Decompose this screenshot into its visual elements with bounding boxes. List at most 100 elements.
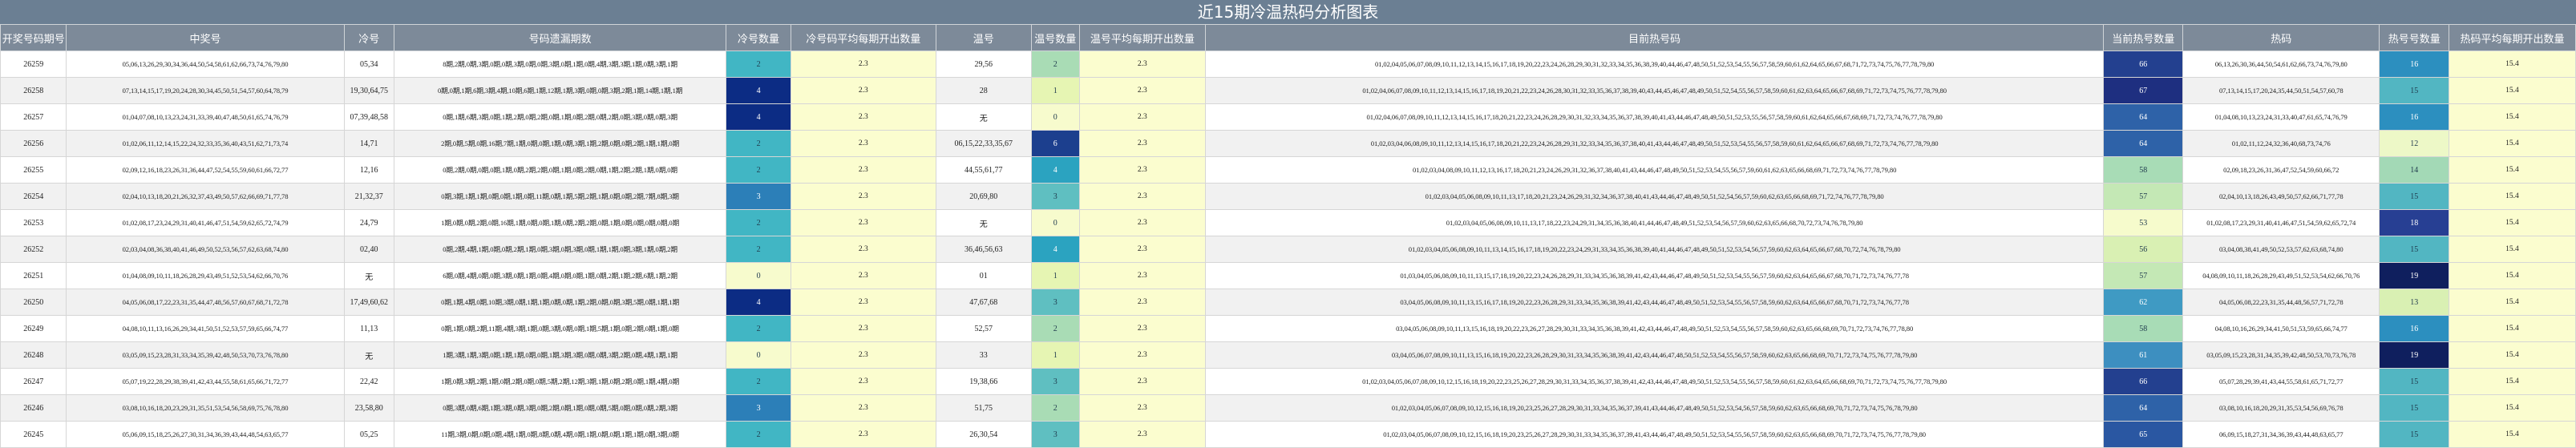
cold-numbers-cell: 无 bbox=[343, 341, 394, 369]
warm-numbers-cell: 无 bbox=[935, 103, 1032, 131]
warm-avg-cell: 2.3 bbox=[1078, 315, 1206, 342]
period-cell: 26250 bbox=[0, 289, 67, 316]
hot-num-cell: 15 bbox=[2379, 368, 2449, 395]
page-title: 近15期冷温热码分析图表 bbox=[0, 0, 2576, 25]
cold-avg-cell: 2.3 bbox=[790, 368, 936, 395]
warm-count-cell: 3 bbox=[1030, 368, 1080, 395]
cold-avg-cell: 2.3 bbox=[790, 50, 936, 78]
winning-numbers-cell: 04,05,06,08,17,22,23,31,35,44,47,48,56,5… bbox=[66, 289, 345, 316]
hot-now-cell: 01,02,04,05,06,07,08,09,10,11,12,13,14,1… bbox=[1204, 50, 2105, 78]
missing-periods-cell: 0期,3期,1期,1期,0期,0期,1期,0期,11期,0期,1期,5期,2期,… bbox=[393, 183, 727, 210]
warm-avg-cell: 2.3 bbox=[1078, 289, 1206, 316]
header-col-period: 开奖号码期号 bbox=[0, 24, 67, 51]
winning-numbers-cell: 04,08,10,11,13,16,26,29,34,41,50,51,52,5… bbox=[66, 315, 345, 342]
cold-avg-cell: 2.3 bbox=[790, 103, 936, 131]
winning-numbers-cell: 03,05,09,15,23,28,31,33,34,35,39,42,48,5… bbox=[66, 341, 345, 369]
header-col-warm-count: 温号数量 bbox=[1030, 24, 1080, 51]
warm-numbers-cell: 01 bbox=[935, 262, 1032, 289]
cold-numbers-cell: 22,42 bbox=[343, 368, 394, 395]
header-col-cold: 冷号 bbox=[343, 24, 394, 51]
hot-avg-cell: 15.4 bbox=[2448, 315, 2576, 342]
cold-avg-cell: 2.3 bbox=[790, 236, 936, 263]
warm-avg-cell: 2.3 bbox=[1078, 103, 1206, 131]
missing-periods-cell: 0期,3期,0期,6期,1期,3期,0期,3期,0期,2期,0期,1期,0期,0… bbox=[393, 394, 727, 422]
hot-now-cell: 01,02,03,04,05,06,08,09,10,11,13,14,15,1… bbox=[1204, 236, 2105, 263]
missing-periods-cell: 1期,0期,0期,2期,0期,16期,1期,0期,0期,1期,0期,2期,2期,… bbox=[393, 209, 727, 236]
missing-periods-cell: 1期,3期,1期,3期,0期,1期,1期,0期,0期,1期,3期,3期,0期,0… bbox=[393, 341, 727, 369]
cold-numbers-cell: 24,79 bbox=[343, 209, 394, 236]
warm-count-cell: 4 bbox=[1030, 156, 1080, 184]
cold-avg-cell: 2.3 bbox=[790, 209, 936, 236]
period-cell: 26259 bbox=[0, 50, 67, 78]
cold-numbers-cell: 12,16 bbox=[343, 156, 394, 184]
winning-numbers-cell: 03,08,10,16,18,20,23,29,31,35,51,53,54,5… bbox=[66, 394, 345, 422]
warm-avg-cell: 2.3 bbox=[1078, 156, 1206, 184]
warm-numbers-cell: 51,75 bbox=[935, 394, 1032, 422]
hot-avg-cell: 15.4 bbox=[2448, 209, 2576, 236]
table-row: 26258 07,13,14,15,17,19,20,24,28,30,34,45… bbox=[0, 77, 2576, 104]
warm-avg-cell: 2.3 bbox=[1078, 368, 1206, 395]
winning-numbers-cell: 07,13,14,15,17,19,20,24,28,30,34,45,50,5… bbox=[66, 77, 345, 104]
table-row: 26249 04,08,10,11,13,16,26,29,34,41,50,51… bbox=[0, 315, 2576, 342]
cold-avg-cell: 2.3 bbox=[790, 262, 936, 289]
hot-numbers-cell: 02,04,10,13,18,26,43,49,50,57,62,66,71,7… bbox=[2182, 183, 2380, 210]
hot-num-cell: 15 bbox=[2379, 394, 2449, 422]
warm-numbers-cell: 无 bbox=[935, 209, 1032, 236]
warm-numbers-cell: 26,30,54 bbox=[935, 421, 1032, 448]
period-cell: 26245 bbox=[0, 421, 67, 448]
cold-count-cell: 4 bbox=[726, 289, 791, 316]
warm-avg-cell: 2.3 bbox=[1078, 341, 1206, 369]
warm-avg-cell: 2.3 bbox=[1078, 394, 1206, 422]
warm-count-cell: 0 bbox=[1030, 209, 1080, 236]
cold-avg-cell: 2.3 bbox=[790, 130, 936, 157]
period-cell: 26251 bbox=[0, 262, 67, 289]
hot-now-cell: 01,02,03,04,05,06,07,08,09,10,12,15,16,1… bbox=[1204, 394, 2105, 422]
hot-num-cell: 15 bbox=[2379, 421, 2449, 448]
warm-count-cell: 2 bbox=[1030, 315, 1080, 342]
header-col-winning: 中奖号 bbox=[66, 24, 345, 51]
warm-numbers-cell: 44,55,61,77 bbox=[935, 156, 1032, 184]
hot-avg-cell: 15.4 bbox=[2448, 156, 2576, 184]
warm-avg-cell: 2.3 bbox=[1078, 77, 1206, 104]
cold-numbers-cell: 07,39,48,58 bbox=[343, 103, 394, 131]
table-row: 26245 05,06,09,15,18,25,26,27,30,31,34,36… bbox=[0, 421, 2576, 448]
hot-num-cell: 18 bbox=[2379, 209, 2449, 236]
hot-avg-cell: 15.4 bbox=[2448, 50, 2576, 78]
table-row: 26255 02,09,12,16,18,23,26,31,36,44,47,52… bbox=[0, 156, 2576, 184]
hot-avg-cell: 15.4 bbox=[2448, 236, 2576, 263]
cold-numbers-cell: 05,25 bbox=[343, 421, 394, 448]
hot-num-cell: 14 bbox=[2379, 156, 2449, 184]
hot-count-cell: 53 bbox=[2103, 209, 2184, 236]
cold-count-cell: 0 bbox=[726, 341, 791, 369]
cold-avg-cell: 2.3 bbox=[790, 421, 936, 448]
header-col-warm: 温号 bbox=[935, 24, 1032, 51]
cold-avg-cell: 2.3 bbox=[790, 341, 936, 369]
winning-numbers-cell: 02,04,10,13,18,20,21,26,32,37,43,49,50,5… bbox=[66, 183, 345, 210]
cold-numbers-cell: 21,32,37 bbox=[343, 183, 394, 210]
hot-numbers-cell: 04,05,06,08,22,23,31,35,44,48,56,57,71,7… bbox=[2182, 289, 2380, 316]
warm-numbers-cell: 33 bbox=[935, 341, 1032, 369]
period-cell: 26255 bbox=[0, 156, 67, 184]
warm-count-cell: 3 bbox=[1030, 289, 1080, 316]
period-cell: 26249 bbox=[0, 315, 67, 342]
winning-numbers-cell: 05,06,09,15,18,25,26,27,30,31,34,36,39,4… bbox=[66, 421, 345, 448]
warm-avg-cell: 2.3 bbox=[1078, 262, 1206, 289]
hot-numbers-cell: 07,13,14,15,17,20,24,35,44,50,51,54,57,6… bbox=[2182, 77, 2380, 104]
cold-numbers-cell: 14,71 bbox=[343, 130, 394, 157]
hot-count-cell: 62 bbox=[2103, 289, 2184, 316]
hot-avg-cell: 15.4 bbox=[2448, 368, 2576, 395]
warm-count-cell: 1 bbox=[1030, 262, 1080, 289]
hot-now-cell: 03,04,05,06,07,08,09,10,11,13,15,16,18,1… bbox=[1204, 341, 2105, 369]
hot-numbers-cell: 04,08,09,10,11,18,26,28,29,43,49,51,52,5… bbox=[2182, 262, 2380, 289]
warm-numbers-cell: 29,56 bbox=[935, 50, 1032, 78]
hot-num-cell: 16 bbox=[2379, 103, 2449, 131]
period-cell: 26247 bbox=[0, 368, 67, 395]
cold-avg-cell: 2.3 bbox=[790, 156, 936, 184]
missing-periods-cell: 0期,0期,1期,6期,3期,4期,10期,6期,1期,12期,1期,3期,0期… bbox=[393, 77, 727, 104]
hot-numbers-cell: 01,04,08,10,13,23,24,31,33,40,47,61,65,7… bbox=[2182, 103, 2380, 131]
hot-num-cell: 19 bbox=[2379, 341, 2449, 369]
hot-now-cell: 01,02,03,04,05,06,07,08,09,10,12,15,16,1… bbox=[1204, 368, 2105, 395]
cold-numbers-cell: 05,34 bbox=[343, 50, 394, 78]
hot-numbers-cell: 03,04,08,38,41,49,50,52,53,57,62,63,68,7… bbox=[2182, 236, 2380, 263]
hot-num-cell: 12 bbox=[2379, 130, 2449, 157]
